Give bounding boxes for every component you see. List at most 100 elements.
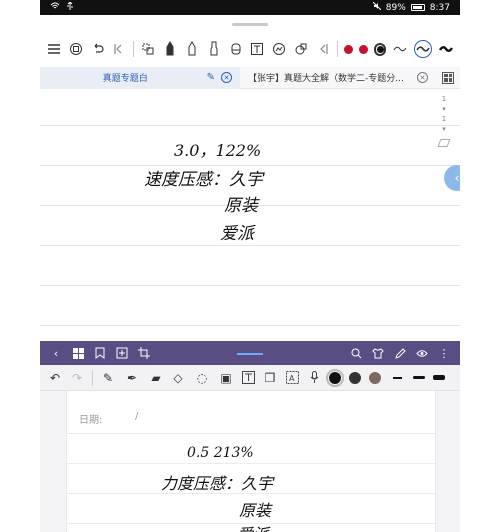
lasso-icon[interactable] xyxy=(140,41,156,57)
tab-active[interactable]: 真题专题白 ✎ ✕ xyxy=(40,66,240,89)
page-indicator: 1 ▾ 1 ▾ xyxy=(437,95,451,147)
usb-icon xyxy=(66,1,74,13)
color-swatch-brown[interactable] xyxy=(369,371,381,384)
image-icon[interactable] xyxy=(271,41,287,57)
handwriting-line: 力度压感：久宇 xyxy=(161,474,274,493)
page-number: 1 xyxy=(441,115,447,123)
eraser-icon[interactable]: ◇ xyxy=(171,371,185,385)
back-icon[interactable]: ‹ xyxy=(50,347,62,360)
window-handle[interactable] xyxy=(237,353,263,355)
chevron-left-icon[interactable] xyxy=(315,41,331,57)
ruled-line xyxy=(67,463,435,464)
lasso-icon[interactable]: ◌ xyxy=(193,371,211,385)
pen-icon[interactable]: ✒ xyxy=(123,371,141,385)
menu-icon[interactable] xyxy=(46,41,62,57)
undo-icon[interactable] xyxy=(90,41,106,57)
toolbar-divider xyxy=(336,41,338,57)
pencil-icon[interactable]: ✎ xyxy=(101,371,115,385)
note-page[interactable]: 日期: / 0.5 213% 力度压感：久宇 原装 爱派 xyxy=(66,391,436,532)
drawing-toolbar: ↶ ↷ ✎ ✒ ▰ ◇ ◌ ▣ ❒ A xyxy=(40,365,460,391)
save-icon[interactable] xyxy=(68,41,84,57)
top-window: 真题专题白 ✎ ✕ 【张宇】真题大全解（数学二-专题分... ✕ 3.0，122… xyxy=(40,15,460,341)
handwriting-line: 爱派 xyxy=(220,224,254,244)
edit-icon[interactable]: ✎ xyxy=(207,72,215,83)
window-drag-handle[interactable] xyxy=(232,23,268,26)
tab-label: 【张宇】真题大全解（数学二-专题分... xyxy=(248,74,404,84)
battery-icon xyxy=(410,4,425,11)
color-swatch-black-selected[interactable] xyxy=(326,368,344,387)
handwriting-line: 爱派 xyxy=(237,521,269,532)
color-swatch-dark[interactable] xyxy=(349,371,361,384)
microphone-icon[interactable] xyxy=(307,371,321,385)
text-icon[interactable] xyxy=(249,41,265,57)
eye-icon[interactable] xyxy=(416,347,428,359)
document-tab-bar: 真题专题白 ✎ ✕ 【张宇】真题大全解（数学二-专题分... ✕ xyxy=(40,66,460,89)
note-toolbar xyxy=(40,33,460,65)
shirt-icon[interactable] xyxy=(372,347,384,359)
grid-icon[interactable] xyxy=(72,347,84,359)
battery-percent: 89% xyxy=(385,2,406,13)
thickness-thin-button[interactable] xyxy=(389,370,405,386)
stroke-medium-icon[interactable] xyxy=(414,40,433,58)
wifi-icon xyxy=(50,2,60,13)
handwriting-line: 原装 xyxy=(224,196,258,216)
clock: 8:37 xyxy=(429,2,450,13)
undo-icon[interactable]: ↶ xyxy=(48,371,62,385)
add-page-icon[interactable] xyxy=(116,347,128,359)
svg-text:A: A xyxy=(289,374,295,383)
highlighter-icon[interactable] xyxy=(206,41,222,57)
chevron-left-icon: ‹ xyxy=(454,171,460,185)
date-label: 日期: xyxy=(79,415,103,426)
pen-color-red[interactable] xyxy=(343,44,353,54)
handwriting-line: 0.5 213% xyxy=(187,445,254,461)
handwriting-line: 速度压感：久宇 xyxy=(144,170,263,190)
bottom-window: ‹ ⋮ ↶ ↷ ✎ ✒ ▰ ◇ ◌ ▣ ❒ A 日期: / 0.5 213% 力… xyxy=(40,341,460,532)
thickness-medium-button[interactable] xyxy=(413,376,425,379)
date-separator: / xyxy=(135,411,139,422)
collapse-icon[interactable] xyxy=(111,41,127,57)
bookmark-icon[interactable] xyxy=(94,347,106,359)
close-icon[interactable]: ✕ xyxy=(221,72,232,83)
pen-alt-icon[interactable] xyxy=(184,41,200,57)
close-icon[interactable]: ✕ xyxy=(417,72,428,83)
ruled-line xyxy=(40,125,460,126)
mute-icon xyxy=(372,1,382,13)
page-number: 1 xyxy=(441,95,447,103)
layers-icon[interactable] xyxy=(437,139,451,147)
highlighter-icon[interactable]: ▰ xyxy=(149,371,163,385)
tab-inactive[interactable]: 【张宇】真题大全解（数学二-专题分... ✕ xyxy=(240,67,436,89)
right-margin xyxy=(460,0,500,532)
left-margin xyxy=(0,0,40,532)
search-icon[interactable] xyxy=(350,347,362,359)
toolbar-divider xyxy=(133,41,135,57)
ocr-icon[interactable]: A xyxy=(285,371,299,385)
toolbar-divider xyxy=(92,369,93,386)
pen-color-black-selected[interactable] xyxy=(373,42,387,56)
status-bar: 89% 8:37 xyxy=(40,0,460,15)
pen-color-dark-red[interactable] xyxy=(358,44,368,54)
redo-icon[interactable]: ↷ xyxy=(70,371,84,385)
text-icon[interactable] xyxy=(241,371,255,385)
pen-settings-icon[interactable] xyxy=(394,347,406,359)
thickness-thick-button[interactable] xyxy=(433,375,445,380)
shape-icon[interactable]: ❒ xyxy=(263,371,277,385)
stroke-thick-icon[interactable] xyxy=(438,41,454,57)
ruled-line xyxy=(40,325,460,326)
chevron-down-icon[interactable]: ▾ xyxy=(442,105,446,113)
app-nav-bar: ‹ ⋮ xyxy=(40,341,460,365)
ruled-line xyxy=(40,285,460,286)
eraser-icon[interactable] xyxy=(228,41,244,57)
more-icon[interactable]: ⋮ xyxy=(438,347,450,360)
note-page[interactable]: 3.0，122% 速度压感：久宇 原装 爱派 xyxy=(40,91,460,341)
image-icon[interactable]: ▣ xyxy=(219,371,233,385)
handwriting-line: 原装 xyxy=(239,501,272,520)
handwriting-line: 3.0，122% xyxy=(174,141,262,160)
stroke-thin-icon[interactable] xyxy=(392,41,408,57)
grid-view-icon[interactable] xyxy=(442,71,454,84)
ruled-line xyxy=(40,245,460,246)
shape-icon[interactable] xyxy=(293,41,309,57)
pen-icon[interactable] xyxy=(162,41,178,57)
chevron-down-icon[interactable]: ▾ xyxy=(442,125,446,133)
crop-icon[interactable] xyxy=(138,347,150,359)
ruled-line xyxy=(67,433,435,434)
